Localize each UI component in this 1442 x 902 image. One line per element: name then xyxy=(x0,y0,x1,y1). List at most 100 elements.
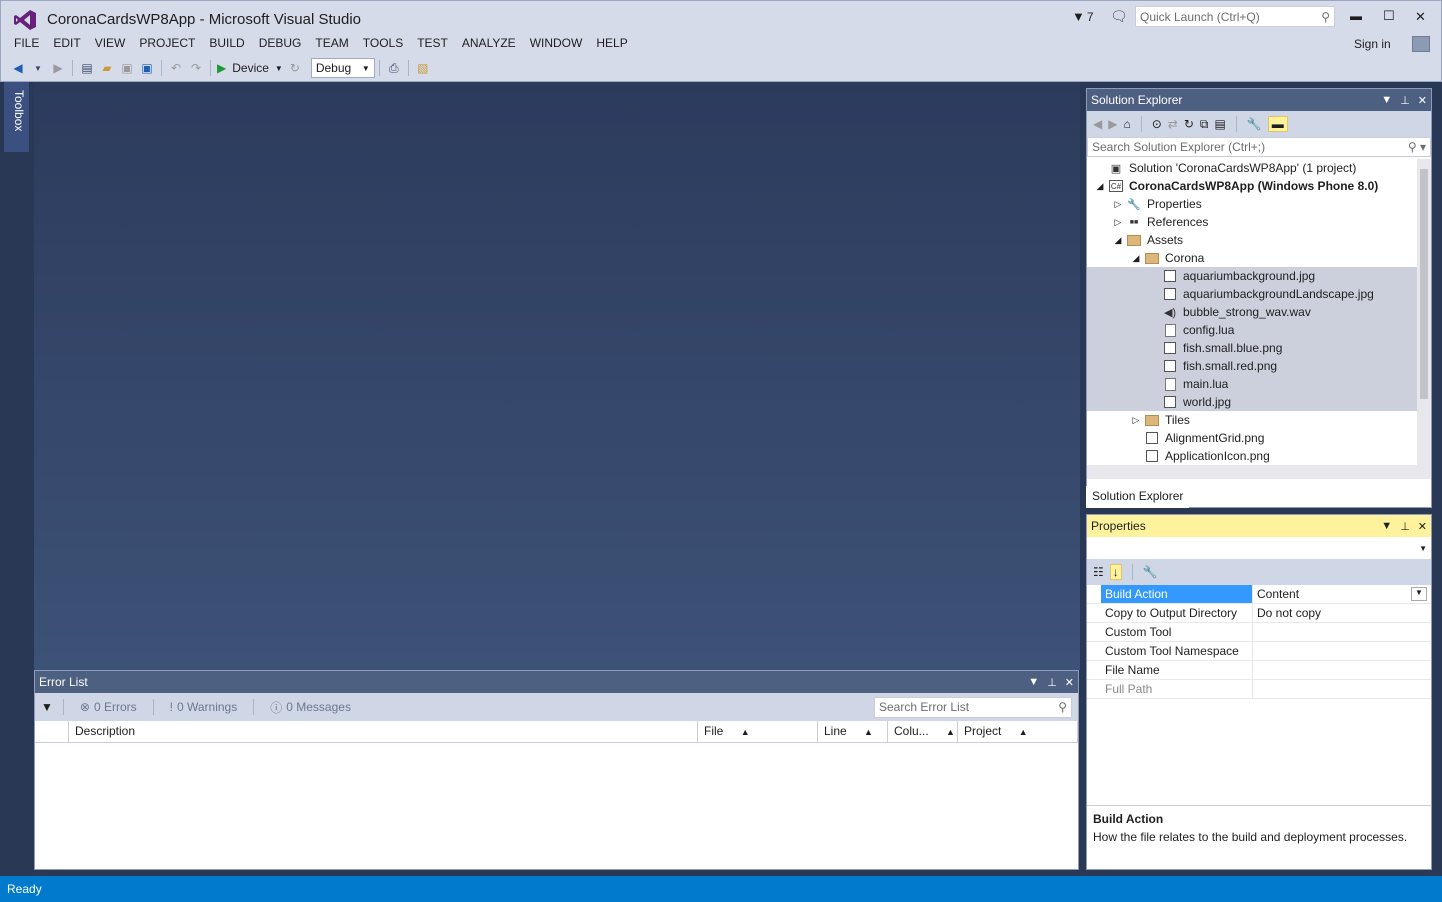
tree-item[interactable]: fish.small.blue.png xyxy=(1087,339,1417,357)
close-icon[interactable]: ✕ xyxy=(1065,676,1074,689)
navigate-forward-icon[interactable]: ▶ xyxy=(50,58,66,78)
property-value[interactable] xyxy=(1253,623,1431,641)
close-icon[interactable]: ✕ xyxy=(1418,94,1427,107)
menu-edit[interactable]: EDIT xyxy=(49,35,90,53)
tree-item[interactable]: ◢ Assets xyxy=(1087,231,1417,249)
menu-help[interactable]: HELP xyxy=(592,35,637,53)
filter-icon[interactable]: ▼ xyxy=(41,700,53,714)
tab-team-explorer[interactable]: Team Explorer xyxy=(1189,486,1278,508)
close-icon[interactable]: ✕ xyxy=(1418,520,1427,533)
new-project-icon[interactable]: ▤ xyxy=(79,58,95,78)
show-all-files-icon[interactable]: ▤ xyxy=(1214,117,1225,131)
property-value[interactable] xyxy=(1253,642,1431,660)
collapse-arrow-icon[interactable]: ◢ xyxy=(1127,253,1145,264)
solution-configuration-select[interactable]: Debug ▼ xyxy=(310,58,375,78)
pin-icon[interactable]: ⊥ xyxy=(1400,94,1410,107)
menu-debug[interactable]: DEBUG xyxy=(255,35,312,53)
collapse-arrow-icon[interactable]: ◢ xyxy=(1109,235,1127,246)
pin-icon[interactable]: ⊥ xyxy=(1047,676,1057,689)
menu-build[interactable]: BUILD xyxy=(205,35,254,53)
notifications[interactable]: ▼ 7 xyxy=(1072,9,1094,24)
pin-icon[interactable]: ⊥ xyxy=(1400,520,1410,533)
chevron-down-icon[interactable]: ▼ xyxy=(1028,676,1039,689)
tree-item[interactable]: aquariumbackgroundLandscape.jpg xyxy=(1087,285,1417,303)
messages-toggle[interactable]: ⓘ 0 Messages xyxy=(264,699,357,716)
menu-tools[interactable]: TOOLS xyxy=(359,35,413,53)
menu-view[interactable]: VIEW xyxy=(91,35,136,53)
open-file-icon[interactable]: ▰ xyxy=(99,58,115,78)
chevron-down-icon[interactable]: ▼ xyxy=(1381,94,1392,107)
tree-item[interactable]: ▣ Solution 'CoronaCardsWP8App' (1 project… xyxy=(1087,159,1417,177)
property-value[interactable]: Content ▼ xyxy=(1253,585,1431,603)
tree-item[interactable]: ◀) bubble_strong_wav.wav xyxy=(1087,303,1417,321)
forward-icon[interactable]: ▶ xyxy=(1108,117,1117,131)
property-row[interactable]: Full Path xyxy=(1087,680,1431,699)
collapse-all-icon[interactable]: ⧉ xyxy=(1200,117,1209,132)
undo-icon[interactable]: ↶ xyxy=(168,58,184,78)
menu-project[interactable]: PROJECT xyxy=(135,35,205,53)
dropdown-arrow-icon[interactable]: ▼ xyxy=(30,58,46,78)
close-button[interactable]: ✕ xyxy=(1415,9,1426,25)
column-line[interactable]: Line ▲ xyxy=(818,721,888,742)
menu-analyze[interactable]: ANALYZE xyxy=(458,35,526,53)
menu-team[interactable]: TEAM xyxy=(311,35,358,53)
tree-item[interactable]: ▷ ■■ References xyxy=(1087,213,1417,231)
tree-item[interactable]: ◢ Corona xyxy=(1087,249,1417,267)
tree-item[interactable]: ▷ 🔧 Properties xyxy=(1087,195,1417,213)
menu-window[interactable]: WINDOW xyxy=(526,35,593,53)
property-row[interactable]: Custom Tool xyxy=(1087,623,1431,642)
refresh-icon[interactable]: ↻ xyxy=(287,58,303,78)
property-pages-icon[interactable]: 🔧 xyxy=(1143,565,1158,579)
navigate-back-icon[interactable]: ◀ xyxy=(10,58,26,78)
menu-file[interactable]: FILE xyxy=(10,35,49,53)
object-selector[interactable]: ▼ xyxy=(1087,537,1431,559)
minimize-button[interactable]: ▬ xyxy=(1350,9,1362,23)
refresh-icon[interactable]: ↻ xyxy=(1184,117,1194,131)
vertical-scrollbar[interactable] xyxy=(1417,159,1431,465)
tree-item[interactable]: aquariumbackground.jpg xyxy=(1087,267,1417,285)
tree-item[interactable]: world.jpg xyxy=(1087,393,1417,411)
menu-test[interactable]: TEST xyxy=(413,35,458,53)
collapse-arrow-icon[interactable]: ◢ xyxy=(1091,181,1109,192)
solution-explorer-search-input[interactable]: Search Solution Explorer (Ctrl+;) ⚲ ▾ xyxy=(1087,137,1431,157)
chevron-down-icon[interactable]: ▼ xyxy=(1411,587,1427,601)
tree-item[interactable]: ▷ Tiles xyxy=(1087,411,1417,429)
tree-item[interactable]: fish.small.red.png xyxy=(1087,357,1417,375)
sign-in-link[interactable]: Sign in xyxy=(1354,37,1391,51)
expand-arrow-icon[interactable]: ▷ xyxy=(1127,415,1145,426)
property-row[interactable]: Build Action Content ▼ xyxy=(1087,585,1431,604)
alphabetical-icon[interactable]: ↓ xyxy=(1109,564,1122,580)
tree-item[interactable]: ApplicationIcon.png xyxy=(1087,447,1417,465)
properties-wrench-icon[interactable]: 🔧 xyxy=(1247,117,1262,131)
save-all-icon[interactable]: ▣ xyxy=(139,58,155,78)
tree-item[interactable]: config.lua xyxy=(1087,321,1417,339)
back-icon[interactable]: ◀ xyxy=(1093,117,1102,131)
redo-icon[interactable]: ↷ xyxy=(188,58,204,78)
categorized-icon[interactable]: ☷ xyxy=(1093,565,1104,579)
feedback-icon[interactable]: 🗨 xyxy=(1110,8,1128,25)
attach-icon[interactable]: ⎙ xyxy=(386,58,402,78)
pending-changes-icon[interactable]: ⊙ xyxy=(1152,117,1162,131)
tab-solution-explorer[interactable]: Solution Explorer xyxy=(1086,486,1190,508)
errors-toggle[interactable]: ⊗ 0 Errors xyxy=(74,700,143,714)
sync-icon[interactable]: ⇄ xyxy=(1168,117,1178,131)
expand-arrow-icon[interactable]: ▷ xyxy=(1109,217,1127,228)
horizontal-scrollbar[interactable] xyxy=(1087,465,1431,479)
maximize-button[interactable]: ☐ xyxy=(1383,8,1395,24)
home-icon[interactable]: ⌂ xyxy=(1123,117,1130,131)
preview-selected-icon[interactable]: ▬ xyxy=(1267,116,1288,132)
column-file[interactable]: File ▲ xyxy=(698,721,818,742)
tree-item[interactable]: AlignmentGrid.png xyxy=(1087,429,1417,447)
column-column[interactable]: Colu... ▲ xyxy=(888,721,958,742)
tree-item[interactable]: ◢ C# CoronaCardsWP8App (Windows Phone 8.0) xyxy=(1087,177,1417,195)
save-icon[interactable]: ▣ xyxy=(119,58,135,78)
find-in-files-icon[interactable]: ▧ xyxy=(415,58,431,78)
property-value[interactable]: Do not copy xyxy=(1253,604,1431,622)
avatar[interactable] xyxy=(1412,36,1430,52)
chevron-down-icon[interactable]: ▼ xyxy=(1381,520,1392,533)
property-row[interactable]: Custom Tool Namespace xyxy=(1087,642,1431,661)
error-list-search-input[interactable]: Search Error List ⚲ xyxy=(874,696,1072,718)
property-row[interactable]: Copy to Output Directory Do not copy xyxy=(1087,604,1431,623)
property-value[interactable] xyxy=(1253,661,1431,679)
property-row[interactable]: File Name xyxy=(1087,661,1431,680)
